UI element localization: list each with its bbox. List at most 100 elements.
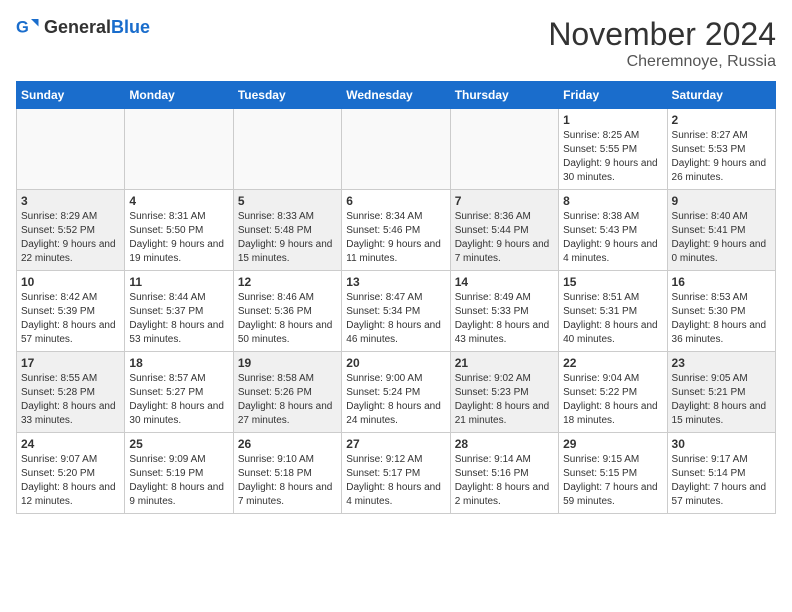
weekday-header-wednesday: Wednesday	[342, 82, 450, 109]
day-number: 9	[672, 194, 771, 208]
day-info: Sunrise: 8:42 AM Sunset: 5:39 PM Dayligh…	[21, 291, 120, 347]
calendar-cell: 9 Sunrise: 8:40 AM Sunset: 5:41 PM Daylig…	[667, 190, 775, 271]
page-header: G GeneralBlue November 2024 Cheremnoye, …	[16, 16, 776, 71]
day-info: Sunrise: 8:49 AM Sunset: 5:33 PM Dayligh…	[455, 291, 554, 347]
day-info: Sunrise: 8:27 AM Sunset: 5:53 PM Dayligh…	[672, 129, 771, 185]
calendar-cell: 2 Sunrise: 8:27 AM Sunset: 5:53 PM Daylig…	[667, 109, 775, 190]
day-info: Sunrise: 9:09 AM Sunset: 5:19 PM Dayligh…	[129, 453, 228, 509]
day-number: 8	[563, 194, 662, 208]
day-info: Sunrise: 8:34 AM Sunset: 5:46 PM Dayligh…	[346, 210, 445, 266]
day-info: Sunrise: 9:14 AM Sunset: 5:16 PM Dayligh…	[455, 453, 554, 509]
weekday-header-sunday: Sunday	[17, 82, 125, 109]
weekday-header-monday: Monday	[125, 82, 233, 109]
day-number: 29	[563, 437, 662, 451]
location-title: Cheremnoye, Russia	[548, 53, 776, 71]
calendar-cell: 10Sunrise: 8:42 AM Sunset: 5:39 PM Dayli…	[17, 271, 125, 352]
calendar-cell: 24 Sunrise: 9:07 AM Sunset: 5:20 PM Dayli…	[17, 433, 125, 514]
calendar-cell: 30 Sunrise: 9:17 AM Sunset: 5:14 PM Dayli…	[667, 433, 775, 514]
day-number: 30	[672, 437, 771, 451]
weekday-header-row: SundayMondayTuesdayWednesdayThursdayFrid…	[17, 82, 776, 109]
day-number: 24	[21, 437, 120, 451]
day-number: 15	[563, 275, 662, 289]
calendar-cell: 18Sunrise: 8:57 AM Sunset: 5:27 PM Dayli…	[125, 352, 233, 433]
day-number: 6	[346, 194, 445, 208]
day-number: 1	[563, 113, 662, 127]
calendar-cell: 3Sunrise: 8:29 AM Sunset: 5:52 PM Daylig…	[17, 190, 125, 271]
day-number: 17	[21, 356, 120, 370]
weekday-header-tuesday: Tuesday	[233, 82, 341, 109]
day-number: 25	[129, 437, 228, 451]
day-number: 7	[455, 194, 554, 208]
day-number: 5	[238, 194, 337, 208]
day-number: 20	[346, 356, 445, 370]
logo-general: General	[44, 17, 111, 37]
weekday-header-friday: Friday	[559, 82, 667, 109]
calendar-cell	[17, 109, 125, 190]
calendar-cell: 17 Sunrise: 8:55 AM Sunset: 5:28 PM Dayli…	[17, 352, 125, 433]
day-number: 11	[129, 275, 228, 289]
day-number: 26	[238, 437, 337, 451]
calendar-cell: 1 Sunrise: 8:25 AM Sunset: 5:55 PM Daylig…	[559, 109, 667, 190]
calendar-cell: 13Sunrise: 8:47 AM Sunset: 5:34 PM Dayli…	[342, 271, 450, 352]
svg-text:G: G	[16, 19, 29, 37]
day-info: Sunrise: 9:12 AM Sunset: 5:17 PM Dayligh…	[346, 453, 445, 509]
week-row-2: 3Sunrise: 8:29 AM Sunset: 5:52 PM Daylig…	[17, 190, 776, 271]
calendar-cell: 25 Sunrise: 9:09 AM Sunset: 5:19 PM Dayli…	[125, 433, 233, 514]
day-number: 14	[455, 275, 554, 289]
calendar-cell: 12Sunrise: 8:46 AM Sunset: 5:36 PM Dayli…	[233, 271, 341, 352]
day-info: Sunrise: 8:29 AM Sunset: 5:52 PM Dayligh…	[21, 210, 120, 266]
day-info: Sunrise: 8:44 AM Sunset: 5:37 PM Dayligh…	[129, 291, 228, 347]
week-row-1: 1 Sunrise: 8:25 AM Sunset: 5:55 PM Daylig…	[17, 109, 776, 190]
day-number: 12	[238, 275, 337, 289]
calendar-cell	[450, 109, 558, 190]
day-number: 23	[672, 356, 771, 370]
day-info: Sunrise: 9:07 AM Sunset: 5:20 PM Dayligh…	[21, 453, 120, 509]
calendar-cell: 27 Sunrise: 9:12 AM Sunset: 5:17 PM Dayli…	[342, 433, 450, 514]
day-info: Sunrise: 8:55 AM Sunset: 5:28 PM Dayligh…	[21, 372, 120, 428]
day-info: Sunrise: 8:53 AM Sunset: 5:30 PM Dayligh…	[672, 291, 771, 347]
week-row-4: 17 Sunrise: 8:55 AM Sunset: 5:28 PM Dayli…	[17, 352, 776, 433]
month-title: November 2024	[548, 16, 776, 53]
calendar-cell: 28 Sunrise: 9:14 AM Sunset: 5:16 PM Dayli…	[450, 433, 558, 514]
day-info: Sunrise: 8:40 AM Sunset: 5:41 PM Dayligh…	[672, 210, 771, 266]
day-info: Sunrise: 8:25 AM Sunset: 5:55 PM Dayligh…	[563, 129, 662, 185]
day-number: 18	[129, 356, 228, 370]
calendar-cell: 26 Sunrise: 9:10 AM Sunset: 5:18 PM Dayli…	[233, 433, 341, 514]
day-info: Sunrise: 8:31 AM Sunset: 5:50 PM Dayligh…	[129, 210, 228, 266]
day-number: 28	[455, 437, 554, 451]
day-info: Sunrise: 9:17 AM Sunset: 5:14 PM Dayligh…	[672, 453, 771, 509]
day-info: Sunrise: 9:04 AM Sunset: 5:22 PM Dayligh…	[563, 372, 662, 428]
weekday-header-saturday: Saturday	[667, 82, 775, 109]
day-number: 2	[672, 113, 771, 127]
calendar-cell: 14 Sunrise: 8:49 AM Sunset: 5:33 PM Dayli…	[450, 271, 558, 352]
logo: G GeneralBlue	[16, 16, 150, 40]
logo-icon: G	[16, 16, 40, 40]
calendar-cell: 16 Sunrise: 8:53 AM Sunset: 5:30 PM Dayli…	[667, 271, 775, 352]
day-info: Sunrise: 8:33 AM Sunset: 5:48 PM Dayligh…	[238, 210, 337, 266]
calendar-cell: 22 Sunrise: 9:04 AM Sunset: 5:22 PM Dayli…	[559, 352, 667, 433]
calendar-cell	[233, 109, 341, 190]
day-number: 4	[129, 194, 228, 208]
calendar-cell: 19 Sunrise: 8:58 AM Sunset: 5:26 PM Dayli…	[233, 352, 341, 433]
day-number: 27	[346, 437, 445, 451]
calendar-cell	[342, 109, 450, 190]
day-info: Sunrise: 8:47 AM Sunset: 5:34 PM Dayligh…	[346, 291, 445, 347]
day-info: Sunrise: 8:38 AM Sunset: 5:43 PM Dayligh…	[563, 210, 662, 266]
calendar-cell: 21Sunrise: 9:02 AM Sunset: 5:23 PM Dayli…	[450, 352, 558, 433]
calendar-cell	[125, 109, 233, 190]
day-info: Sunrise: 8:51 AM Sunset: 5:31 PM Dayligh…	[563, 291, 662, 347]
day-number: 22	[563, 356, 662, 370]
calendar-cell: 6 Sunrise: 8:34 AM Sunset: 5:46 PM Daylig…	[342, 190, 450, 271]
day-number: 16	[672, 275, 771, 289]
day-info: Sunrise: 8:36 AM Sunset: 5:44 PM Dayligh…	[455, 210, 554, 266]
calendar-cell: 11 Sunrise: 8:44 AM Sunset: 5:37 PM Dayli…	[125, 271, 233, 352]
day-info: Sunrise: 8:58 AM Sunset: 5:26 PM Dayligh…	[238, 372, 337, 428]
day-number: 19	[238, 356, 337, 370]
title-area: November 2024 Cheremnoye, Russia	[548, 16, 776, 71]
calendar-cell: 4 Sunrise: 8:31 AM Sunset: 5:50 PM Daylig…	[125, 190, 233, 271]
calendar-cell: 7 Sunrise: 8:36 AM Sunset: 5:44 PM Daylig…	[450, 190, 558, 271]
calendar-cell: 23Sunrise: 9:05 AM Sunset: 5:21 PM Dayli…	[667, 352, 775, 433]
day-info: Sunrise: 9:10 AM Sunset: 5:18 PM Dayligh…	[238, 453, 337, 509]
day-number: 21	[455, 356, 554, 370]
calendar-cell: 15 Sunrise: 8:51 AM Sunset: 5:31 PM Dayli…	[559, 271, 667, 352]
